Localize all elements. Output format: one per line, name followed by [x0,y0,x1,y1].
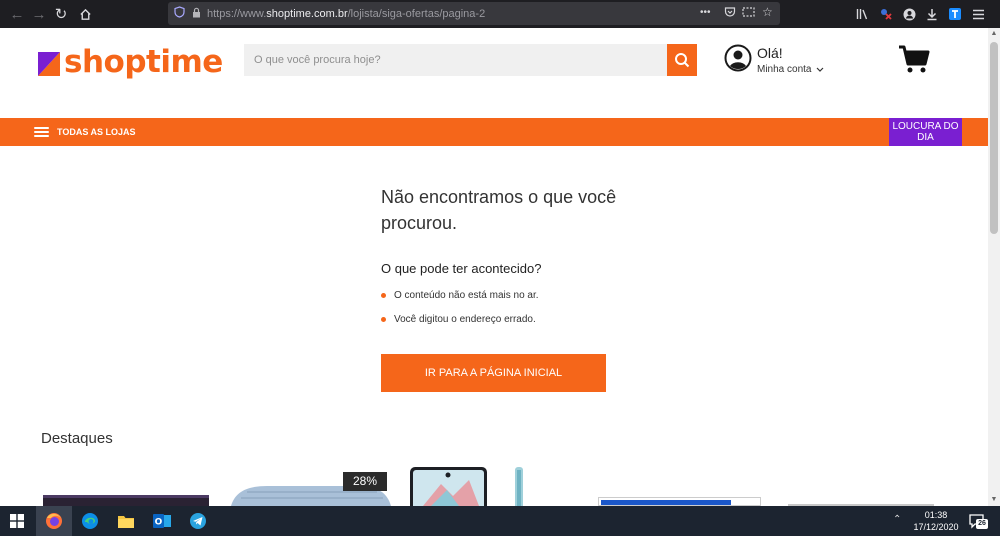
account-icon[interactable] [899,4,919,24]
file-explorer-icon[interactable] [116,511,136,531]
highlights-heading: Destaques [41,430,113,447]
my-account-link[interactable]: Minha conta [757,64,824,75]
page-scrollbar[interactable]: ▲ ▼ [988,28,1000,506]
clock-date: 17/12/2020 [913,522,959,532]
account-menu[interactable]: Olá! Minha conta [724,44,834,76]
discount-badge: 28% [343,472,387,491]
system-clock[interactable]: 01:38 17/12/2020 [908,509,964,533]
search-button[interactable] [667,44,697,76]
back-icon[interactable]: ← [6,3,28,25]
product-image[interactable] [598,497,761,506]
hamburger-icon [34,127,49,137]
screen: ← → ↻ https://www.shoptime.com.br/lojist… [0,0,1000,536]
reload-icon[interactable]: ↻ [50,3,72,25]
product-image[interactable] [409,466,529,506]
shoptime-logo[interactable]: shoptime [38,42,223,82]
extension-icon[interactable] [876,4,896,24]
browser-toolbar: ← → ↻ https://www.shoptime.com.br/lojist… [0,0,1000,28]
url-text: https://www.shoptime.com.br/lojista/siga… [207,7,486,20]
forward-icon[interactable]: → [28,3,50,25]
category-navbar: TODAS AS LOJAS LOUCURA DO DIA [0,118,988,146]
clock-time: 01:38 [924,510,948,520]
notification-center-icon[interactable]: 26 [968,513,988,529]
go-home-button[interactable]: IR PARA A PÁGINA INICIAL [381,354,606,392]
my-account-label: Minha conta [757,64,812,75]
greeting-text: Olá! [757,45,783,61]
download-icon[interactable] [922,4,942,24]
windows-start-icon[interactable] [7,511,27,531]
cart-icon[interactable] [898,44,930,74]
reason-item: Você digitou o endereço errado. [381,314,536,325]
telegram-icon[interactable] [188,511,208,531]
scrollbar-thumb[interactable] [990,42,998,234]
edge-icon[interactable] [80,511,100,531]
product-image[interactable] [43,495,209,506]
extension-blue-icon[interactable] [945,4,965,24]
lock-icon [192,7,201,21]
svg-text:O: O [155,518,163,528]
home-icon[interactable] [74,3,96,25]
pocket-icon[interactable] [724,6,736,21]
what-happened-heading: O que pode ter acontecido? [381,261,542,276]
outlook-icon[interactable]: O [152,511,172,531]
search-icon [675,53,690,68]
screenshot-icon[interactable] [742,6,755,21]
notification-count: 26 [976,519,988,529]
all-stores-label: TODAS AS LOJAS [57,127,136,137]
address-bar[interactable]: https://www.shoptime.com.br/lojista/siga… [168,2,780,25]
user-avatar-icon [724,44,752,72]
page-actions-icon[interactable]: ••• [700,7,711,18]
deal-of-the-day-link[interactable]: LOUCURA DO DIA [889,118,962,146]
firefox-icon[interactable] [44,511,64,531]
hamburger-menu-icon[interactable] [968,4,988,24]
shield-icon[interactable] [174,6,185,21]
system-tray-chevron-icon[interactable]: ⌃ [893,514,901,525]
site-header: shoptime Olá! Minha conta [0,28,988,118]
error-page-content: Não encontramos o que você procurou. O q… [0,146,988,506]
reason-item: O conteúdo não está mais no ar. [381,290,539,301]
chevron-down-icon [817,67,824,72]
library-icon[interactable] [852,4,872,24]
search-input[interactable] [244,44,667,76]
not-found-title: Não encontramos o que você procurou. [381,187,617,233]
os-taskbar: O ⌃ 01:38 17/12/2020 26 [0,506,1000,536]
all-stores-menu[interactable]: TODAS AS LOJAS [34,118,136,146]
scroll-down-icon[interactable]: ▼ [988,494,1000,506]
bookmark-star-icon[interactable]: ☆ [762,5,773,19]
scroll-up-icon[interactable]: ▲ [988,28,1000,40]
logo-mark-icon [38,52,60,76]
logo-text: shoptime [64,44,223,80]
